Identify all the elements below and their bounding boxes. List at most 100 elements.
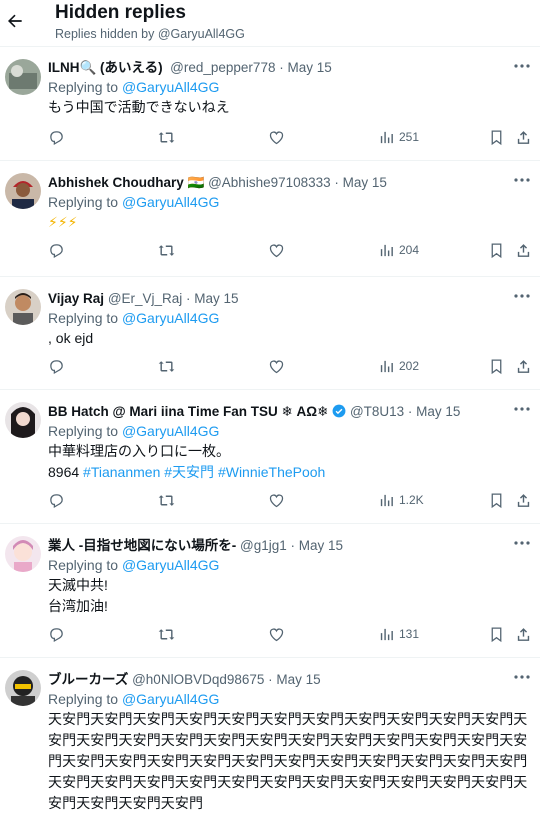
retweet-icon[interactable] (158, 127, 175, 147)
views-count: 1.2K (399, 493, 424, 507)
like-icon[interactable] (268, 356, 285, 376)
author-handle[interactable]: @Abhishe97108333 · May 15 (208, 175, 387, 190)
replying-to: Replying to @GaryuAll4GG (48, 192, 530, 212)
more-icon[interactable] (512, 670, 532, 684)
more-icon[interactable] (512, 173, 532, 187)
replying-to: Replying to @GaryuAll4GG (48, 689, 530, 709)
replying-to-link[interactable]: @GaryuAll4GG (122, 79, 219, 95)
share-icon[interactable] (515, 624, 532, 644)
bookmark-icon[interactable] (488, 490, 505, 510)
author-name[interactable]: 業人 -目指せ地図にない場所を- (48, 538, 236, 553)
replying-to-link[interactable]: @GaryuAll4GG (122, 691, 219, 707)
avatar[interactable] (5, 402, 41, 438)
avatar[interactable] (5, 536, 41, 572)
share-icon[interactable] (515, 490, 532, 510)
reply-icon[interactable] (48, 356, 65, 376)
replying-to: Replying to @GaryuAll4GG (48, 555, 530, 575)
replying-to: Replying to @GaryuAll4GG (48, 77, 530, 97)
replying-to-link[interactable]: @GaryuAll4GG (122, 557, 219, 573)
tweet-text-prefix: 8964 (48, 464, 84, 480)
replying-label: Replying to (48, 194, 119, 210)
reply-icon[interactable] (48, 240, 65, 260)
tweet-header: Abhishek Choudhary 🇮🇳 @Abhishe97108333 ·… (48, 161, 530, 192)
author-handle[interactable]: @red_pepper778 · May 15 (170, 60, 332, 75)
views-stat[interactable]: 202 (378, 356, 419, 376)
views-stat[interactable]: 131 (378, 624, 419, 644)
page-subtitle: Replies hidden by @GaryuAll4GG (55, 27, 245, 41)
reply-icon[interactable] (48, 624, 65, 644)
back-arrow-icon[interactable] (5, 11, 25, 31)
author-handle[interactable]: @g1jg1 · May 15 (240, 538, 343, 553)
hashtag-link[interactable]: #Tiananmen (83, 464, 160, 480)
more-icon[interactable] (512, 536, 532, 550)
author-name[interactable]: Abhishek Choudhary 🇮🇳 (48, 175, 204, 190)
replying-label: Replying to (48, 557, 119, 573)
author-handle[interactable]: @T8U13 · May 15 (350, 404, 461, 419)
replying-to-link[interactable]: @GaryuAll4GG (122, 423, 219, 439)
tweet-header: Vijay Raj @Er_Vj_Raj · May 15 (48, 277, 530, 308)
replying-to: Replying to @GaryuAll4GG (48, 421, 530, 441)
author-name[interactable]: ILNH🔍 (あいえる) (48, 60, 163, 75)
like-icon[interactable] (268, 127, 285, 147)
replying-label: Replying to (48, 79, 119, 95)
views-stat[interactable]: 1.2K (378, 490, 424, 510)
retweet-icon[interactable] (158, 356, 175, 376)
replying-to-link[interactable]: @GaryuAll4GG (122, 194, 219, 210)
more-icon[interactable] (512, 59, 532, 73)
retweet-icon[interactable] (158, 624, 175, 644)
more-icon[interactable] (512, 289, 532, 303)
avatar[interactable] (5, 173, 41, 209)
tweet-text: , ok ejd (48, 330, 94, 346)
tweet[interactable]: 業人 -目指せ地図にない場所を- @g1jg1 · May 15 Replyin… (0, 524, 540, 658)
views-icon (380, 131, 393, 143)
views-icon (380, 360, 393, 372)
bookmark-icon[interactable] (488, 624, 505, 644)
like-icon[interactable] (268, 624, 285, 644)
views-count: 251 (399, 130, 420, 144)
replying-label: Replying to (48, 423, 119, 439)
action-bar: 251 (48, 127, 530, 151)
tweet[interactable]: Abhishek Choudhary 🇮🇳 @Abhishe97108333 ·… (0, 161, 540, 277)
retweet-icon[interactable] (158, 490, 175, 510)
like-icon[interactable] (268, 490, 285, 510)
author-name[interactable]: Vijay Raj (48, 291, 104, 306)
hashtag-link[interactable]: #天安門 (164, 464, 214, 480)
tweet-header: ILNH🔍 (あいえる) @red_pepper778 · May 15 (48, 47, 530, 77)
share-icon[interactable] (515, 240, 532, 260)
page-title: Hidden replies (55, 2, 186, 23)
views-stat[interactable]: 204 (378, 240, 419, 260)
tweet[interactable]: ブルーカーズ @h0NlOBVDqd98675 · May 15 Replyin… (0, 658, 540, 811)
bookmark-icon[interactable] (488, 240, 505, 260)
avatar[interactable] (5, 289, 41, 325)
tweet-header: 業人 -目指せ地図にない場所を- @g1jg1 · May 15 (48, 524, 530, 555)
avatar[interactable] (5, 59, 41, 95)
retweet-icon[interactable] (158, 240, 175, 260)
tweet-text: ⚡⚡⚡ (48, 214, 78, 230)
tweet[interactable]: Vijay Raj @Er_Vj_Raj · May 15 Replying t… (0, 277, 540, 390)
author-handle[interactable]: @h0NlOBVDqd98675 · May 15 (132, 672, 321, 687)
bookmark-icon[interactable] (488, 127, 505, 147)
tweet[interactable]: BB Hatch @ Mari iina Time Fan TSU ❄ ΑΩ❄ … (0, 390, 540, 524)
more-icon[interactable] (512, 402, 532, 416)
views-stat[interactable]: 251 (378, 127, 419, 147)
author-handle[interactable]: @Er_Vj_Raj · May 15 (108, 291, 239, 306)
bookmark-icon[interactable] (488, 356, 505, 376)
author-name[interactable]: ブルーカーズ (48, 672, 128, 687)
tweet[interactable]: ILNH🔍 (あいえる) @red_pepper778 · May 15 Rep… (0, 47, 540, 161)
action-bar: 131 (48, 624, 530, 648)
tweet-text-line: 天滅中共! (48, 577, 108, 593)
verified-badge-icon (332, 404, 346, 418)
avatar[interactable] (5, 670, 41, 706)
hashtag-link[interactable]: #WinnieThePooh (218, 464, 325, 480)
tweet-text-line: 中華料理店の入り口に一枚。 (48, 443, 230, 459)
action-bar: 204 (48, 240, 530, 264)
views-count: 131 (399, 627, 420, 641)
reply-icon[interactable] (48, 127, 65, 147)
share-icon[interactable] (515, 356, 532, 376)
replying-to-link[interactable]: @GaryuAll4GG (122, 310, 219, 326)
tweet-text: 天安門天安門天安門天安門天安門天安門天安門天安門天安門天安門天安門天安門天安門天… (48, 711, 528, 811)
reply-icon[interactable] (48, 490, 65, 510)
share-icon[interactable] (515, 127, 532, 147)
like-icon[interactable] (268, 240, 285, 260)
author-name[interactable]: BB Hatch @ Mari iina Time Fan TSU ❄ ΑΩ❄ (48, 404, 328, 419)
